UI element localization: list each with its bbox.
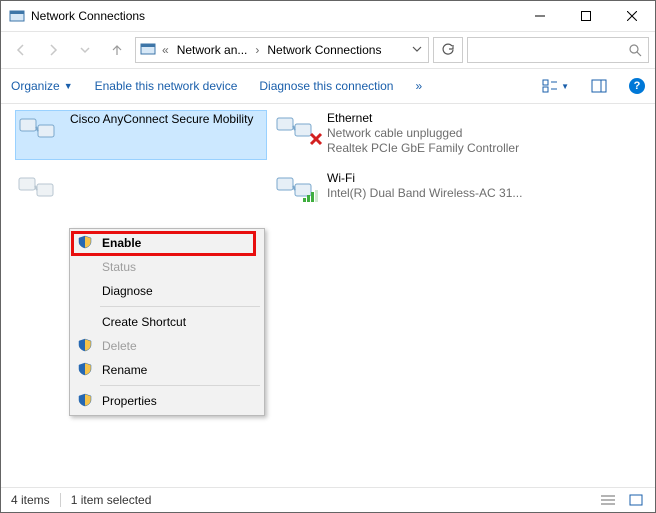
ctx-label: Create Shortcut (102, 315, 186, 329)
breadcrumb-segment[interactable]: Network an... (175, 43, 250, 57)
shield-icon (78, 338, 92, 355)
more-label: » (415, 79, 422, 93)
titlebar: Network Connections (1, 1, 655, 31)
control-panel-icon (9, 8, 25, 24)
ctx-rename[interactable]: Rename (72, 358, 262, 382)
view-options-button[interactable]: ▼ (542, 79, 569, 93)
breadcrumb-segment[interactable]: Network Connections (265, 43, 383, 57)
back-button[interactable] (7, 36, 35, 64)
network-adapter-icon (18, 113, 60, 145)
shield-icon (78, 235, 92, 252)
item-name: Cisco AnyConnect Secure Mobility (70, 112, 253, 127)
shield-icon (78, 393, 92, 410)
ctx-create-shortcut[interactable]: Create Shortcut (72, 310, 262, 334)
network-item-cisco[interactable]: Cisco AnyConnect Secure Mobility (15, 110, 267, 160)
details-view-button[interactable] (599, 493, 617, 507)
help-button[interactable]: ? (629, 78, 645, 94)
item-adapter: Intel(R) Dual Band Wireless-AC 31... (327, 186, 522, 201)
command-bar: Organize ▼ Enable this network device Dia… (1, 68, 655, 104)
context-menu: Enable Status Diagnose Create Shortcut D… (69, 228, 265, 416)
network-adapter-icon (17, 172, 59, 204)
minimize-button[interactable] (517, 1, 563, 31)
chevron-down-icon: ▼ (64, 81, 73, 91)
shield-icon (78, 362, 92, 379)
ctx-label: Status (102, 260, 136, 274)
ctx-label: Delete (102, 339, 137, 353)
ctx-label: Rename (102, 363, 147, 377)
ctx-delete: Delete (72, 334, 262, 358)
ctx-diagnose[interactable]: Diagnose (72, 279, 262, 303)
ctx-enable[interactable]: Enable (72, 231, 262, 255)
ctx-status: Status (72, 255, 262, 279)
chevron-down-icon: ▼ (561, 82, 569, 91)
organize-label: Organize (11, 79, 60, 93)
enable-device-button[interactable]: Enable this network device (95, 79, 238, 93)
up-button[interactable] (103, 36, 131, 64)
chevron-down-icon[interactable] (410, 43, 424, 57)
ctx-label: Enable (102, 236, 141, 250)
search-input[interactable] (467, 37, 649, 63)
item-status: Network cable unplugged (327, 126, 519, 141)
network-item-hidden[interactable] (15, 170, 265, 218)
ctx-label: Diagnose (102, 284, 153, 298)
large-icons-view-button[interactable] (627, 493, 645, 507)
chevron-right-icon[interactable]: › (253, 43, 261, 57)
close-button[interactable] (609, 1, 655, 31)
separator (60, 493, 61, 507)
diagnose-label: Diagnose this connection (259, 79, 393, 93)
more-commands[interactable]: » (415, 79, 422, 93)
address-bar[interactable]: « Network an... › Network Connections (135, 37, 429, 63)
separator (100, 385, 260, 386)
signal-bars-icon (303, 190, 319, 205)
item-name: Wi-Fi (327, 171, 522, 186)
navbar: « Network an... › Network Connections (1, 31, 655, 68)
chevron-left-icon[interactable]: « (160, 43, 171, 57)
item-name: Ethernet (327, 111, 519, 126)
search-icon (628, 43, 642, 57)
network-item-wifi[interactable]: Wi-Fi Intel(R) Dual Band Wireless-AC 31.… (273, 170, 523, 218)
ctx-properties[interactable]: Properties (72, 389, 262, 413)
error-icon (309, 132, 323, 149)
window-title: Network Connections (31, 9, 145, 23)
diagnose-button[interactable]: Diagnose this connection (259, 79, 393, 93)
selected-count: 1 item selected (71, 493, 152, 507)
item-count: 4 items (11, 493, 50, 507)
maximize-button[interactable] (563, 1, 609, 31)
network-item-ethernet[interactable]: Ethernet Network cable unplugged Realtek… (273, 110, 523, 158)
preview-pane-button[interactable] (591, 79, 607, 93)
forward-button[interactable] (39, 36, 67, 64)
window-controls (517, 1, 655, 31)
recent-dropdown[interactable] (71, 36, 99, 64)
content-area: Cisco AnyConnect Secure Mobility Etherne… (1, 104, 655, 487)
enable-label: Enable this network device (95, 79, 238, 93)
separator (100, 306, 260, 307)
control-panel-icon (140, 41, 156, 60)
status-bar: 4 items 1 item selected (1, 487, 655, 512)
organize-button[interactable]: Organize ▼ (11, 79, 73, 93)
refresh-button[interactable] (433, 37, 463, 63)
window: Network Connections « Network an... › Ne… (0, 0, 656, 513)
ctx-label: Properties (102, 394, 157, 408)
item-adapter: Realtek PCIe GbE Family Controller (327, 141, 519, 156)
